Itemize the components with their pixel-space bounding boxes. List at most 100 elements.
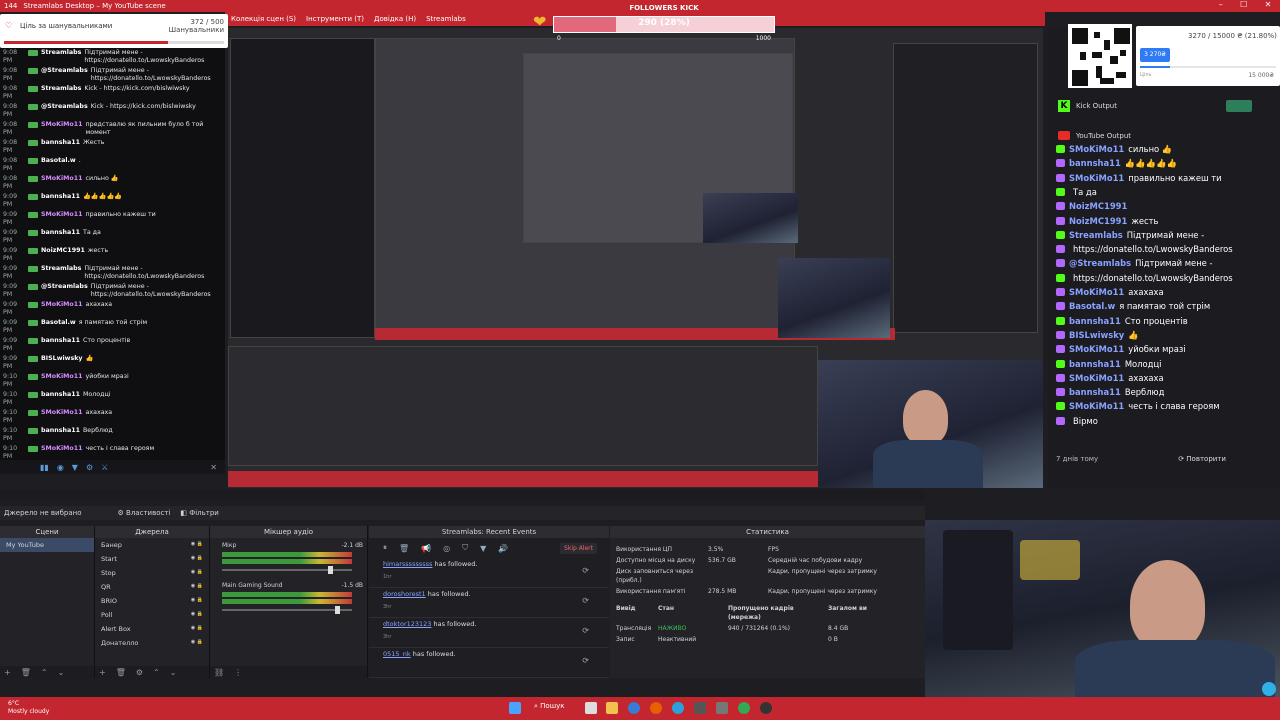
maximize-icon[interactable]: ☐ (1240, 0, 1247, 12)
stream-preview[interactable] (228, 28, 1043, 488)
replay-icon[interactable]: ⟳ (582, 566, 589, 575)
chat-username[interactable]: SMoKiMo11 (41, 121, 83, 137)
kick-username[interactable]: SMoKiMo11 (1069, 173, 1124, 184)
chat-username[interactable]: bannsha11 (41, 193, 80, 209)
pause-icon[interactable]: ▮▮ (40, 463, 49, 472)
eye-icon[interactable]: ◉ 🔒 (191, 611, 203, 619)
volume-slider[interactable] (222, 606, 352, 614)
source-item[interactable]: Stop ◉ 🔒 (95, 566, 209, 580)
streamlabs-icon[interactable] (760, 702, 772, 714)
eye-icon[interactable]: ◉ 🔒 (191, 555, 203, 563)
chat-username[interactable]: Basotal.w (41, 319, 76, 335)
telegram-icon[interactable] (672, 702, 684, 714)
kick-username[interactable]: bannsha11 (1069, 158, 1121, 169)
source-item[interactable]: Донателло ◉ 🔒 (95, 636, 209, 650)
trash-icon[interactable]: 🗑 (399, 544, 409, 553)
volume-knob[interactable] (328, 566, 334, 574)
up-icon[interactable]: ⌃ (41, 668, 48, 677)
kick-username[interactable]: BISLwiwsky (1069, 330, 1124, 341)
replay-icon[interactable]: ⟳ (582, 656, 589, 665)
settings-icon[interactable]: ⚙ (86, 463, 93, 472)
menu-item[interactable]: Довідка (H) (374, 15, 416, 23)
chat-username[interactable]: SMoKiMo11 (41, 445, 83, 460)
chat-username[interactable]: SMoKiMo11 (41, 301, 83, 317)
close-icon[interactable]: ✕ (1265, 0, 1272, 12)
kick-username[interactable]: @Streamlabs (1069, 258, 1131, 269)
kick-username[interactable]: SMoKiMo11 (1069, 373, 1124, 384)
properties-button[interactable]: ⚙ Властивості (118, 509, 171, 517)
sword-icon[interactable]: ⚔ (101, 463, 108, 472)
chat-username[interactable]: Streamlabs (41, 49, 81, 65)
pause-icon[interactable]: ⏸ (383, 543, 387, 553)
source-item[interactable]: Банер ◉ 🔒 (95, 538, 209, 552)
eye-icon[interactable]: ◉ 🔒 (191, 625, 203, 633)
source-item[interactable]: Poll ◉ 🔒 (95, 608, 209, 622)
event-user[interactable]: himarsssssssss (383, 560, 432, 568)
chat-username[interactable]: SMoKiMo11 (41, 373, 83, 389)
trash-icon[interactable]: 🗑 (116, 668, 126, 677)
settings-icon[interactable]: ⚙ (136, 668, 143, 677)
kick-username[interactable]: bannsha11 (1069, 387, 1121, 398)
chat-username[interactable]: bannsha11 (41, 139, 80, 155)
close-icon[interactable]: ✕ (210, 463, 217, 472)
replay-icon[interactable]: ⟳ (582, 626, 589, 635)
firefox-icon[interactable] (650, 702, 662, 714)
eye-off-icon[interactable]: ◎ (443, 544, 450, 553)
kick-username[interactable]: SMoKiMo11 (1069, 144, 1124, 155)
source-item[interactable]: Start ◉ 🔒 (95, 552, 209, 566)
task-view-icon[interactable] (585, 702, 597, 714)
kick-username[interactable]: Streamlabs (1069, 230, 1123, 241)
edge-icon[interactable] (628, 702, 640, 714)
chat-username[interactable]: bannsha11 (41, 391, 80, 407)
kick-username[interactable]: SMoKiMo11 (1069, 344, 1124, 355)
chat-username[interactable]: SMoKiMo11 (41, 175, 83, 191)
chrome-icon[interactable] (738, 702, 750, 714)
kick-toggle[interactable] (1226, 100, 1252, 112)
eye-icon[interactable]: ◉ 🔒 (191, 597, 203, 605)
chat-username[interactable]: Streamlabs (41, 85, 81, 101)
event-user[interactable]: dtoktor123123 (383, 620, 431, 628)
menu-item[interactable]: Streamlabs (426, 15, 466, 23)
replay-icon[interactable]: ⟳ (582, 596, 589, 605)
minimize-icon[interactable]: – (1219, 0, 1223, 12)
chat-username[interactable]: @Streamlabs (41, 283, 88, 299)
kick-username[interactable]: NoizMC1991 (1069, 201, 1127, 212)
weather-widget[interactable]: 6°C Mostly cloudy (8, 700, 49, 716)
menu-icon[interactable]: ⋮ (234, 668, 242, 677)
chat-username[interactable]: bannsha11 (41, 229, 80, 245)
kick-username[interactable]: SMoKiMo11 (1069, 401, 1124, 412)
scene-item[interactable]: My YouTube (0, 538, 94, 552)
eye-icon[interactable]: ◉ 🔒 (191, 541, 203, 549)
chat-username[interactable]: bannsha11 (41, 427, 80, 443)
volume-knob[interactable] (334, 606, 340, 614)
chat-username[interactable]: @Streamlabs (41, 67, 88, 83)
megaphone-icon[interactable]: 📢 (421, 544, 431, 553)
retry-button[interactable]: ⟳ Повторити (1178, 455, 1226, 463)
menu-item[interactable]: Інструменти (T) (306, 15, 364, 23)
explorer-icon[interactable] (606, 702, 618, 714)
app-icon[interactable] (694, 702, 706, 714)
filters-button[interactable]: ◧ Фільтри (180, 509, 218, 517)
chat-username[interactable]: Streamlabs (41, 265, 81, 281)
kick-username[interactable]: Basotal.w (1069, 301, 1115, 312)
source-item[interactable]: BRIO ◉ 🔒 (95, 594, 209, 608)
chat-username[interactable]: SMoKiMo11 (41, 409, 83, 425)
menu-item[interactable]: Колекція сцен (S) (231, 15, 296, 23)
eye-icon[interactable]: ◉ 🔒 (191, 583, 203, 591)
down-icon[interactable]: ⌄ (58, 668, 65, 677)
start-icon[interactable] (509, 702, 521, 714)
kick-username[interactable]: SMoKiMo11 (1069, 287, 1124, 298)
kick-username[interactable]: bannsha11 (1069, 316, 1121, 327)
filter-icon[interactable]: ▼ (72, 463, 78, 472)
chat-username[interactable]: Basotal.w (41, 157, 76, 173)
link-icon[interactable]: ⛓ (214, 668, 224, 677)
volume-icon[interactable]: 🔊 (498, 544, 508, 553)
chat-username[interactable]: SMoKiMo11 (41, 211, 83, 227)
chat-username[interactable]: @Streamlabs (41, 103, 88, 119)
filter-icon[interactable]: ▼ (480, 544, 486, 553)
add-icon[interactable]: + (4, 668, 11, 677)
down-icon[interactable]: ⌄ (170, 668, 177, 677)
source-item[interactable]: Alert Box ◉ 🔒 (95, 622, 209, 636)
up-icon[interactable]: ⌃ (153, 668, 160, 677)
obs-icon[interactable] (716, 702, 728, 714)
